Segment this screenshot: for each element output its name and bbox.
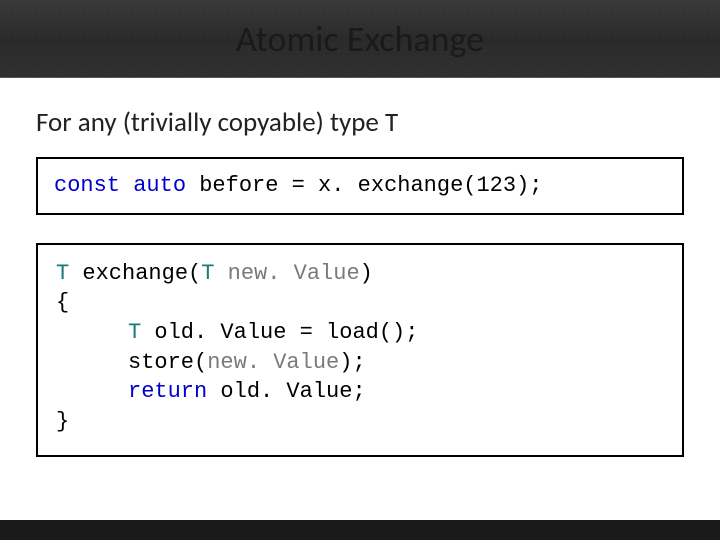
- code-box-definition: T exchange(T new. Value) { T old. Value …: [36, 243, 684, 457]
- footer-bar: [0, 520, 720, 540]
- keyword-auto: auto: [133, 173, 186, 198]
- line4-c: );: [339, 350, 365, 375]
- param-name: new. Value: [214, 261, 359, 286]
- paren-close: ): [360, 261, 373, 286]
- line3-rest: old. Value = load();: [141, 320, 418, 345]
- line5-rest: old. Value;: [207, 379, 365, 404]
- func-name: exchange(: [69, 261, 201, 286]
- type-T-2: T: [201, 261, 214, 286]
- type-T-1: T: [56, 261, 69, 286]
- type-T-3: T: [128, 320, 141, 345]
- title-wrap: Atomic Exchange: [0, 0, 720, 78]
- brace-close: }: [56, 409, 69, 434]
- intro-text: For any (trivially copyable) type T: [36, 106, 684, 139]
- code1-rest: before = x. exchange(123);: [186, 173, 542, 198]
- code-box-usage: const auto before = x. exchange(123);: [36, 157, 684, 215]
- keyword-const: const: [54, 173, 120, 198]
- line4-a: store(: [128, 350, 207, 375]
- line4-b: new. Value: [207, 350, 339, 375]
- keyword-return: return: [128, 379, 207, 404]
- brace-open: {: [56, 290, 69, 315]
- content-area: For any (trivially copyable) type T cons…: [0, 78, 720, 457]
- slide-title: Atomic Exchange: [236, 17, 484, 61]
